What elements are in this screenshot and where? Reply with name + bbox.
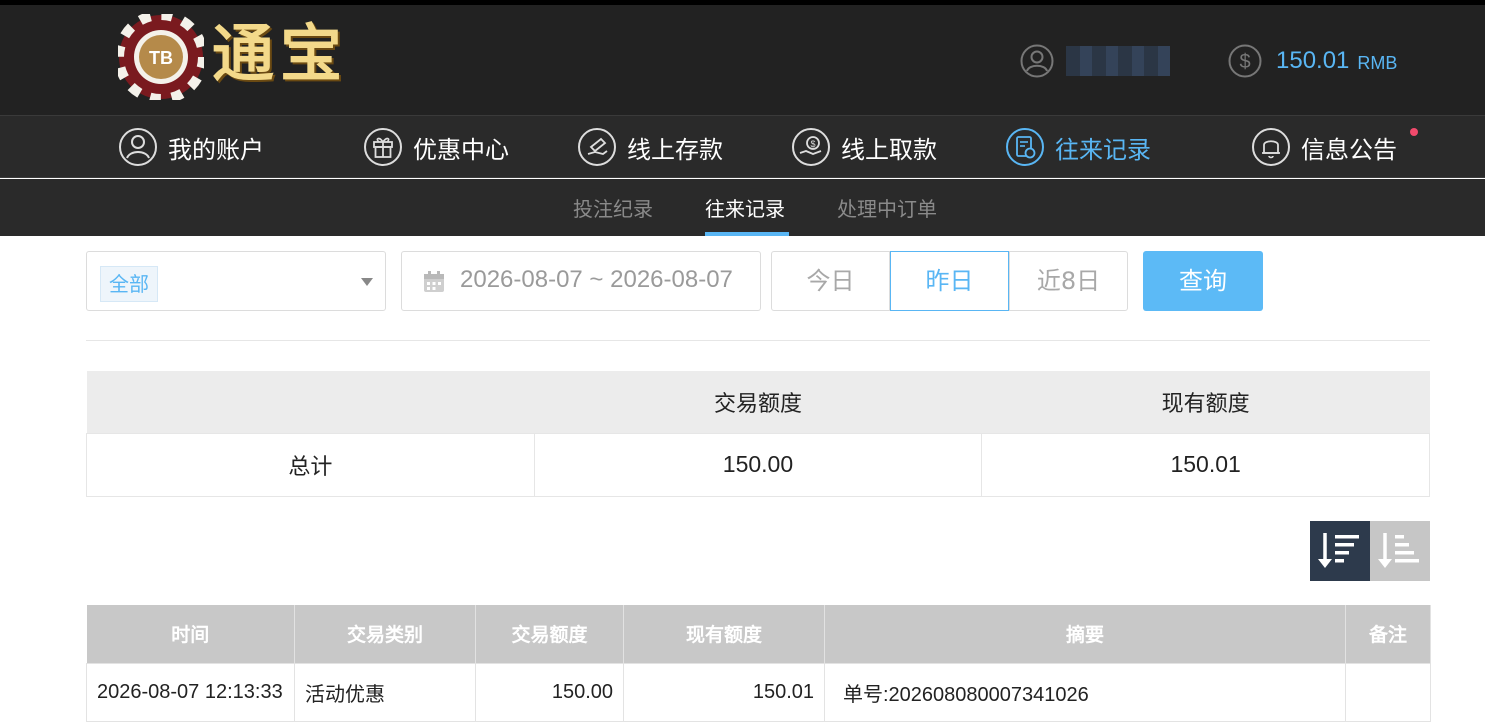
summary-total-amount: 150.00: [533, 432, 983, 497]
logo-chip-label: TB: [149, 48, 173, 68]
summary-header-amount: 交易额度: [534, 371, 982, 433]
gift-icon: [364, 128, 402, 166]
cell-amount: 150.00: [475, 662, 624, 722]
divider: [86, 340, 1430, 341]
top-header: TB 通宝 $ 150.01 RMB: [0, 0, 1485, 115]
sort-desc-icon: [1318, 533, 1359, 568]
nav-my-account[interactable]: 我的账户: [118, 116, 264, 178]
transaction-type-select[interactable]: 全部: [86, 251, 386, 311]
summary-total-balance: 150.01: [981, 432, 1430, 497]
user-area[interactable]: [1020, 41, 1170, 81]
summary-table: 交易额度 现有额度 总计 150.00 150.01: [86, 371, 1430, 497]
active-tab-indicator: [705, 232, 789, 236]
calendar-icon: [424, 271, 444, 292]
summary-total-row: 总计 150.00 150.01: [86, 432, 1430, 497]
date-range-picker[interactable]: 2026-08-07 ~ 2026-08-07: [401, 251, 761, 311]
col-header-note: 备注: [1345, 605, 1431, 663]
chevron-down-icon: [361, 278, 373, 286]
nav-promotions[interactable]: 优惠中心: [363, 116, 509, 178]
bell-icon: [1252, 128, 1290, 166]
nav-announcements[interactable]: 信息公告: [1251, 116, 1397, 178]
sort-desc-button[interactable]: [1310, 521, 1370, 581]
col-header-balance: 现有额度: [623, 605, 825, 663]
nav-label: 线上存款: [627, 135, 723, 164]
cell-time: 2026-08-07 12:13:33: [86, 662, 295, 722]
main-nav: 我的账户 优惠中心 线上存款 $ 线上取款 往来记录 信息公告: [0, 115, 1485, 178]
records-icon: [1006, 128, 1044, 166]
sort-asc-icon: [1378, 533, 1419, 568]
username-masked: [1066, 46, 1170, 76]
notification-dot: [1410, 128, 1418, 136]
sort-asc-button[interactable]: [1370, 521, 1430, 581]
nav-online-withdraw[interactable]: $ 线上取款: [791, 116, 937, 178]
svg-text:$: $: [810, 139, 815, 149]
subtab-transaction-records[interactable]: 往来记录: [705, 193, 785, 222]
quick-last8days-button[interactable]: 近8日: [1009, 251, 1128, 311]
balance-amount: 150.01: [1276, 47, 1350, 74]
user-icon: [1020, 44, 1054, 78]
deposit-icon: [578, 128, 616, 166]
nav-label: 优惠中心: [413, 135, 509, 164]
sub-nav: 投注纪录 往来记录 处理中订单: [0, 179, 1485, 236]
table-row: 2026-08-07 12:13:33 活动优惠 150.00 150.01 单…: [86, 662, 1431, 722]
withdraw-icon: $: [792, 128, 830, 166]
balance-currency: RMB: [1357, 52, 1398, 73]
nav-transaction-records[interactable]: 往来记录: [1005, 116, 1151, 178]
summary-header-empty: [86, 371, 535, 433]
nav-online-deposit[interactable]: 线上存款: [577, 116, 723, 178]
user-circle-icon: [119, 128, 157, 166]
nav-label: 线上取款: [841, 135, 937, 164]
subtab-pending-orders[interactable]: 处理中订单: [837, 193, 937, 222]
logo-chip-icon[interactable]: TB: [118, 14, 204, 100]
cell-summary: 单号:202608080007341026: [824, 662, 1346, 722]
records-header-row: 时间 交易类别 交易额度 现有额度 摘要 备注: [86, 605, 1431, 663]
dollar-icon: $: [1228, 44, 1262, 78]
query-button[interactable]: 查询: [1143, 251, 1263, 311]
col-header-time: 时间: [86, 605, 295, 663]
col-header-summary: 摘要: [824, 605, 1346, 663]
nav-label: 我的账户: [168, 135, 264, 164]
summary-total-label: 总计: [86, 432, 535, 497]
cell-note: [1345, 662, 1431, 722]
svg-text:$: $: [1239, 51, 1250, 73]
records-table: 时间 交易类别 交易额度 现有额度 摘要 备注 2026-08-07 12:13…: [86, 605, 1431, 722]
col-header-amount: 交易额度: [475, 605, 624, 663]
selected-type-tag: 全部: [100, 266, 158, 302]
col-header-type: 交易类别: [294, 605, 476, 663]
logo-text[interactable]: 通宝: [212, 14, 348, 94]
cell-balance: 150.01: [623, 662, 825, 722]
quick-yesterday-button[interactable]: 昨日: [890, 251, 1009, 311]
subtab-bet-records[interactable]: 投注纪录: [573, 193, 653, 222]
date-range-text: 2026-08-07 ~ 2026-08-07: [460, 266, 733, 293]
summary-header-row: 交易额度 现有额度: [86, 371, 1430, 433]
cell-type: 活动优惠: [294, 662, 476, 722]
summary-header-balance: 现有额度: [981, 371, 1430, 433]
quick-today-button[interactable]: 今日: [771, 251, 890, 311]
balance-area: $ 150.01 RMB: [1228, 41, 1397, 81]
nav-label: 信息公告: [1301, 135, 1397, 164]
nav-label: 往来记录: [1055, 135, 1151, 164]
